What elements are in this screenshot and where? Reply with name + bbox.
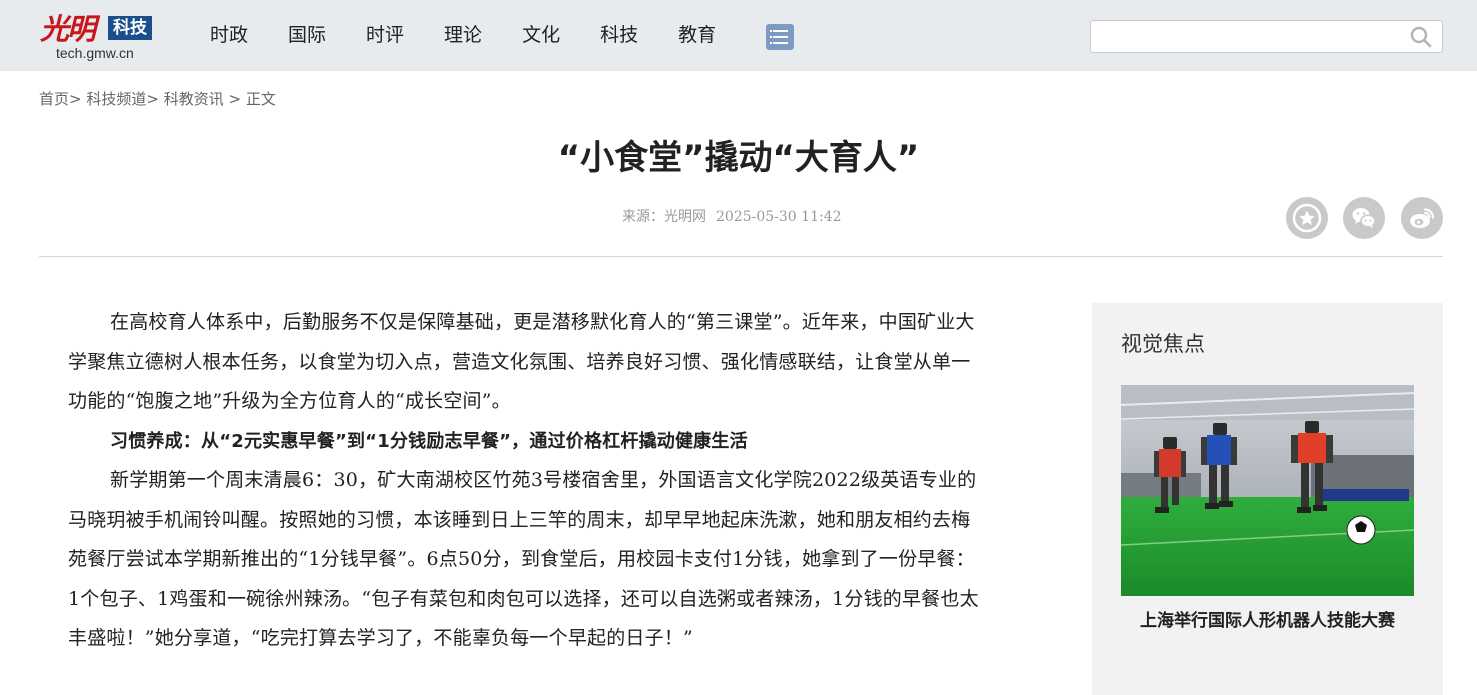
breadcrumb-section[interactable]: 科教资讯 bbox=[164, 90, 224, 108]
nav-item-culture[interactable]: 文化 bbox=[522, 22, 560, 49]
breadcrumb-home[interactable]: 首页 bbox=[39, 90, 69, 108]
search-icon[interactable] bbox=[1410, 26, 1432, 48]
article-meta: 来源：光明网 2025-05-30 11:42 bbox=[622, 207, 842, 227]
menu-icon[interactable] bbox=[766, 24, 794, 50]
nav-item-commentary[interactable]: 时评 bbox=[366, 22, 404, 49]
nav-item-politics[interactable]: 时政 bbox=[210, 22, 248, 49]
visual-focus-sidebar: 视觉焦点 上海举行国际人形机器人技能大赛 bbox=[1092, 303, 1443, 695]
favorite-star-icon bbox=[1292, 203, 1322, 233]
featured-photo[interactable] bbox=[1121, 385, 1414, 596]
logo-script-text: 光明 bbox=[40, 12, 96, 46]
breadcrumb: 首页> 科技频道> 科教资讯 > 正文 bbox=[39, 89, 276, 109]
nav-item-international[interactable]: 国际 bbox=[288, 22, 326, 49]
nav-item-theory[interactable]: 理论 bbox=[444, 22, 482, 49]
weibo-share-button[interactable] bbox=[1401, 197, 1443, 239]
article-title: “小食堂”撬动“大育人” bbox=[557, 138, 920, 178]
article-source: 来源：光明网 bbox=[622, 209, 706, 225]
article-paragraph-story: 新学期第一个周末清晨6：30，矿大南湖校区竹苑3号楼宿舍里，外国语言文化学院20… bbox=[68, 469, 979, 649]
breadcrumb-current: 正文 bbox=[245, 90, 276, 108]
breadcrumb-channel[interactable]: 科技频道 bbox=[86, 90, 146, 108]
breadcrumb-separator: > bbox=[69, 90, 87, 108]
featured-photo-caption[interactable]: 上海举行国际人形机器人技能大赛 bbox=[1092, 608, 1443, 634]
article-subheading: 习惯养成：从“2元实惠早餐”到“1分钱励志早餐”，通过价格杠杆撬动健康生活 bbox=[110, 430, 748, 452]
logo-badge: 科技 bbox=[108, 16, 152, 40]
logo-domain: tech.gmw.cn bbox=[56, 45, 134, 61]
wechat-icon bbox=[1352, 208, 1376, 228]
site-logo[interactable]: 光明 科技 tech.gmw.cn bbox=[38, 4, 158, 62]
sidebar-title: 视觉焦点 bbox=[1121, 332, 1205, 356]
article-body: 在高校育人体系中，后勤服务不仅是保障基础，更是潜移默化育人的“第三课堂”。近年来… bbox=[68, 303, 986, 659]
nav-item-education[interactable]: 教育 bbox=[678, 22, 716, 49]
title-divider bbox=[39, 256, 1443, 257]
search-input[interactable] bbox=[1095, 24, 1399, 49]
weibo-icon bbox=[1410, 208, 1435, 228]
breadcrumb-separator: > bbox=[146, 90, 164, 108]
favorite-button[interactable] bbox=[1286, 197, 1328, 239]
top-navigation-bar: 光明 科技 tech.gmw.cn 时政 国际 时评 理论 文化 科技 教育 bbox=[0, 0, 1477, 71]
article-paragraph-intro: 在高校育人体系中，后勤服务不仅是保障基础，更是潜移默化育人的“第三课堂”。近年来… bbox=[68, 311, 975, 412]
breadcrumb-separator: > bbox=[223, 90, 246, 108]
nav-item-tech[interactable]: 科技 bbox=[600, 22, 638, 49]
wechat-share-button[interactable] bbox=[1343, 197, 1385, 239]
article-datetime: 2025-05-30 11:42 bbox=[716, 209, 842, 225]
main-nav: 时政 国际 时评 理论 文化 科技 教育 bbox=[210, 22, 756, 49]
search-box bbox=[1090, 20, 1443, 53]
